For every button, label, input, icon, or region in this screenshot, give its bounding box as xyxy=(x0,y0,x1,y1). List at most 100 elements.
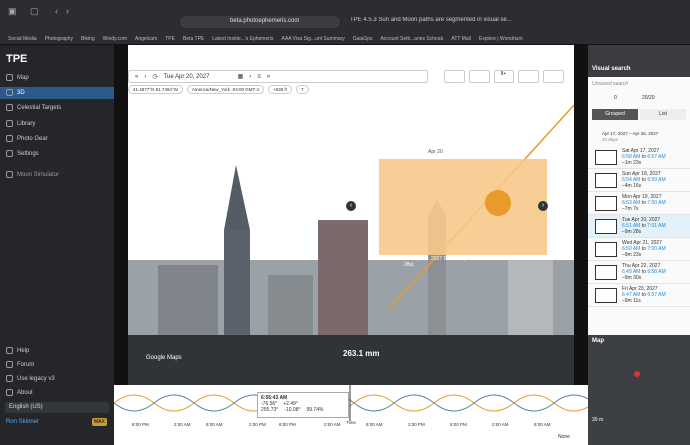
next-arrow-button[interactable]: › xyxy=(538,201,548,211)
sidebar-item-about[interactable]: About xyxy=(6,389,33,396)
first-icon[interactable]: « xyxy=(135,74,138,80)
location-info: 41.4877°N 81.7494°W America/New_York -04… xyxy=(128,85,309,94)
camera-icon xyxy=(6,135,13,142)
bookmark[interactable]: AAA Visa Sig...unt Summary xyxy=(282,36,345,42)
list-item[interactable]: Wed Apr 21, 2027 6:50 AM to 7:00 AM –9m 23… xyxy=(588,238,690,261)
mode-button[interactable]: 8+ xyxy=(493,70,515,83)
bookmark[interactable]: Social Media xyxy=(8,36,37,42)
list-item[interactable]: Thu Apr 22, 2027 6:49 AM to 6:58 AM –9m 30… xyxy=(588,261,690,284)
thumbnail xyxy=(595,287,617,303)
gear-icon xyxy=(6,150,13,157)
help-icon xyxy=(6,347,13,354)
calendar-icon[interactable]: ▦ xyxy=(238,73,244,80)
list-item-selected[interactable]: Tue Apr 20, 2027 6:51 AM to 7:01 AM –9m 28… xyxy=(588,215,690,238)
map-scale: 30 m xyxy=(592,417,604,423)
user-name[interactable]: Ron Skinner xyxy=(6,419,39,425)
app-sidebar: TPE Map 3D Celestial Targets Library Pho… xyxy=(0,45,114,445)
visual-search-panel: Visual search Unsaved search 0 20/20 Gro… xyxy=(588,45,690,335)
camera-button[interactable] xyxy=(543,70,564,83)
bookmark[interactable]: Photography xyxy=(45,36,73,42)
next-icon[interactable]: › xyxy=(249,74,251,80)
date-range: Apr 17, 2027 – Apr 26, 2027 xyxy=(602,131,659,136)
bookmark[interactable]: Windy.com xyxy=(103,36,127,42)
thumbnail xyxy=(595,264,617,280)
view-toolbar: 8+ xyxy=(444,70,564,83)
chart-curves xyxy=(114,385,588,421)
day-count: 10 days xyxy=(602,137,618,142)
map-title: Map xyxy=(592,338,604,344)
info-icon xyxy=(6,389,13,396)
time-axis-label: Time xyxy=(346,420,356,425)
google-logo: Google Maps xyxy=(146,355,182,361)
map-icon xyxy=(6,74,13,81)
pin-button[interactable] xyxy=(518,70,540,83)
list-item[interactable]: Sun Apr 18, 2027 6:54 AM to 6:59 AM –4m 16… xyxy=(588,169,690,192)
bookmark[interactable]: Biking xyxy=(81,36,95,42)
bookmark[interactable]: Explore | Wondrium xyxy=(479,36,523,42)
browser-top-bar: ▣ ▢ ‹ › xyxy=(0,0,690,33)
none-select[interactable]: None xyxy=(558,434,570,440)
sidebar-item-3d[interactable]: 3D xyxy=(6,89,25,96)
bookmark[interactable]: Account Setti...aries Scheab xyxy=(381,36,444,42)
target-icon xyxy=(6,104,13,111)
sidebar-item-photo-gear[interactable]: Photo Gear xyxy=(6,135,48,142)
ruler-right xyxy=(574,45,588,385)
legacy-icon xyxy=(6,375,13,382)
clock-icon[interactable]: ◷ xyxy=(152,73,157,80)
ruler-left xyxy=(114,45,128,385)
sidebar-item-moon-simulator[interactable]: Moon Simulator xyxy=(6,171,59,178)
sidebar-item-forum[interactable]: Forum xyxy=(6,361,34,368)
sun-position[interactable] xyxy=(485,190,511,216)
language-select[interactable]: English (US) xyxy=(5,402,109,413)
last-icon[interactable]: » xyxy=(267,74,270,80)
elevation-chart[interactable]: 6:56:43 AM -76.56° +2.49° 255.73° -10.08° 9… xyxy=(114,385,588,445)
sidebar-toggle-icon[interactable]: ▣ xyxy=(8,6,17,17)
map-pin-icon[interactable] xyxy=(634,371,640,377)
bookmark[interactable]: Latest Inside...'s Ephemeris xyxy=(212,36,273,42)
list-item[interactable]: Fri Apr 23, 2027 6:47 AM to 6:57 AM –9m 11… xyxy=(588,284,690,307)
library-icon xyxy=(6,120,13,127)
address-bar[interactable]: beta.photoephemeris.com xyxy=(180,16,340,28)
forum-icon xyxy=(6,361,13,368)
bookmark[interactable]: TPE xyxy=(165,36,175,42)
tab-grouped[interactable]: Grouped xyxy=(592,109,638,120)
skyline-photo[interactable]: Apr 20 Tue Apr 20, 2027 6:51 AM (-9m 28s… xyxy=(128,45,574,385)
bookmark[interactable]: ATT Mail xyxy=(451,36,471,42)
lat-lon[interactable]: 41.4877°N 81.7494°W xyxy=(128,85,183,94)
sidebar-item-celestial-targets[interactable]: Celestial Targets xyxy=(6,104,61,111)
timezone[interactable]: America/New_York -04:00 GMT-4 xyxy=(186,85,264,94)
forward-icon[interactable]: › xyxy=(66,6,69,16)
thumbnail xyxy=(595,172,617,188)
list-item[interactable]: Mon Apr 19, 2027 6:53 AM to 7:00 AM –7m 7s xyxy=(588,192,690,215)
region-label: Apr 20 xyxy=(428,149,443,155)
date-field[interactable]: Tue Apr 20, 2027 xyxy=(164,74,232,80)
sidebar-item-legacy[interactable]: Use legacy v3 xyxy=(6,375,55,382)
bookmark[interactable]: Beta TPE xyxy=(183,36,204,42)
bookmark[interactable]: Angelcam xyxy=(135,36,157,42)
sidebar-item-help[interactable]: Help xyxy=(6,347,29,354)
elevation[interactable]: +638 ft xyxy=(268,85,292,94)
cube-icon xyxy=(6,89,13,96)
date-toolbar: « ‹ ◷ Tue Apr 20, 2027 ▦ › ≡ » xyxy=(128,70,428,83)
list-item[interactable]: Sat Apr 17, 2027 6:58 AM to 6:57 AM –1m 23… xyxy=(588,146,690,169)
terrain-toggle[interactable]: T xyxy=(295,85,309,94)
tab-overview-icon[interactable]: ▢ xyxy=(30,6,39,17)
back-icon[interactable]: ‹ xyxy=(55,6,58,16)
sidebar-item-library[interactable]: Library xyxy=(6,120,35,127)
search-name[interactable]: Unsaved search xyxy=(592,81,628,87)
sidebar-item-map[interactable]: Map xyxy=(6,74,29,81)
prev-icon[interactable]: ‹ xyxy=(144,74,146,80)
menu-icon[interactable]: ≡ xyxy=(257,74,261,80)
focal-length: 263.1 mm xyxy=(343,349,380,358)
thumbnail xyxy=(595,149,617,165)
bookmark[interactable]: GaiaGps xyxy=(353,36,373,42)
prev-arrow-button[interactable]: ‹ xyxy=(346,201,356,211)
sidebar-item-settings[interactable]: Settings xyxy=(6,150,39,157)
layers-button[interactable] xyxy=(444,70,465,83)
browser-tab[interactable]: TPE 4.5.3 Sun and Moon paths are segment… xyxy=(350,17,515,23)
sun-label: Tue Apr 20, 2027 6:51 AM (-9m 28s) xyxy=(404,256,474,268)
tab-list[interactable]: List xyxy=(640,109,686,120)
visual-search-region[interactable] xyxy=(379,159,547,255)
mini-map[interactable]: Map 30 m xyxy=(588,335,690,445)
eye-button[interactable] xyxy=(468,70,490,83)
